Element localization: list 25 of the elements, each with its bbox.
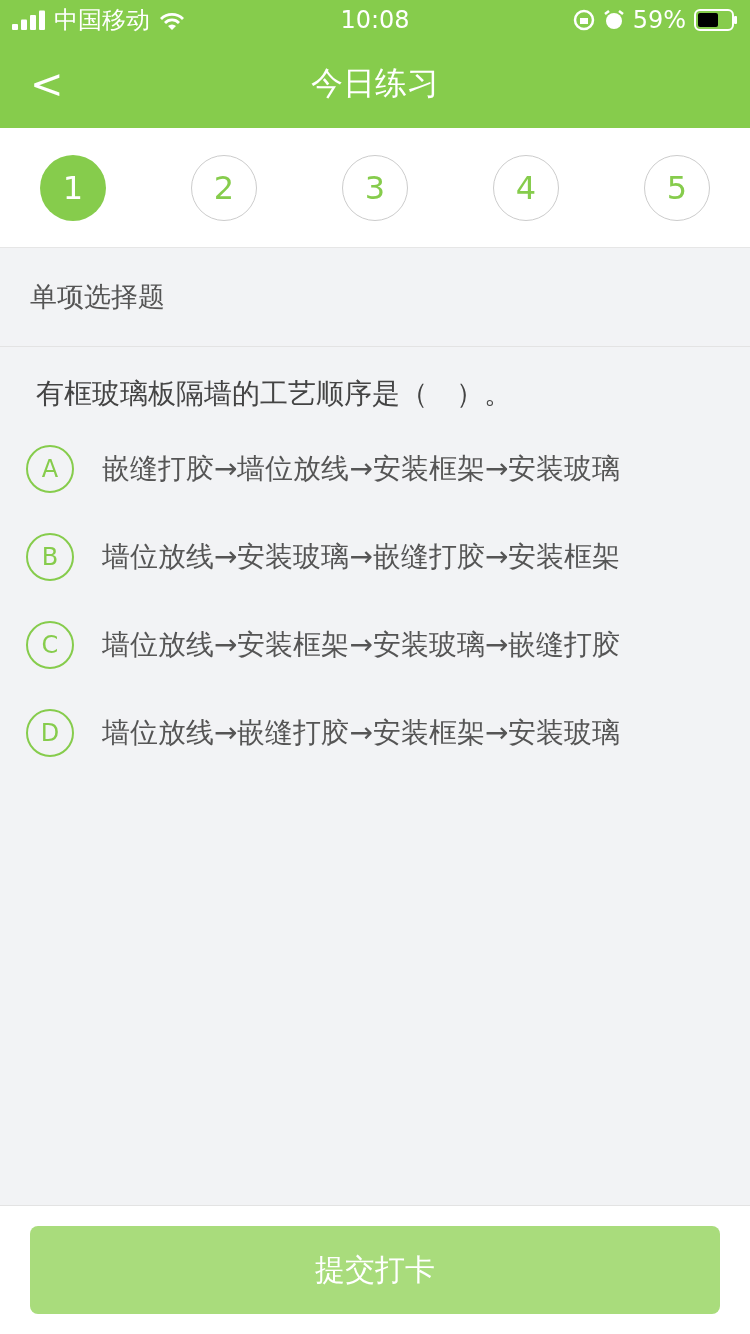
carrier-name: 中国移动 <box>54 5 150 36</box>
status-time: 10:08 <box>340 6 410 34</box>
battery-percent: 59% <box>632 6 686 34</box>
option-text[interactable]: 墙位放线→安装框架→安装玻璃→嵌缝打胶 <box>102 626 621 664</box>
option-letter[interactable]: B <box>26 533 74 581</box>
question-step[interactable]: 4 <box>493 154 559 221</box>
question-step[interactable]: 1 <box>40 154 106 221</box>
question-step[interactable]: 3 <box>342 154 408 221</box>
option-text[interactable]: 墙位放线→安装玻璃→嵌缝打胶→安装框架 <box>102 538 621 576</box>
option-text[interactable]: 墙位放线→嵌缝打胶→安装框架→安装玻璃 <box>102 714 621 752</box>
section-heading: 单项选择题 <box>0 248 750 347</box>
page-title: 今日练习 <box>311 63 439 104</box>
question-step[interactable]: 2 <box>191 154 257 221</box>
option-letter[interactable]: A <box>26 445 74 493</box>
question-text: 有框玻璃板隔墙的工艺顺序是（ ）。 <box>35 376 513 412</box>
rotation-lock-icon <box>572 9 595 31</box>
question-step[interactable]: 5 <box>644 154 710 221</box>
signal-icon <box>12 10 46 30</box>
wifi-icon <box>158 10 186 30</box>
battery-icon <box>694 9 738 31</box>
alarm-icon <box>602 9 625 31</box>
option-text[interactable]: 嵌缝打胶→墙位放线→安装框架→安装玻璃 <box>102 450 621 488</box>
option-letter[interactable]: D <box>26 709 74 757</box>
back-button[interactable]: < <box>24 62 70 106</box>
option-letter[interactable]: C <box>26 621 74 669</box>
